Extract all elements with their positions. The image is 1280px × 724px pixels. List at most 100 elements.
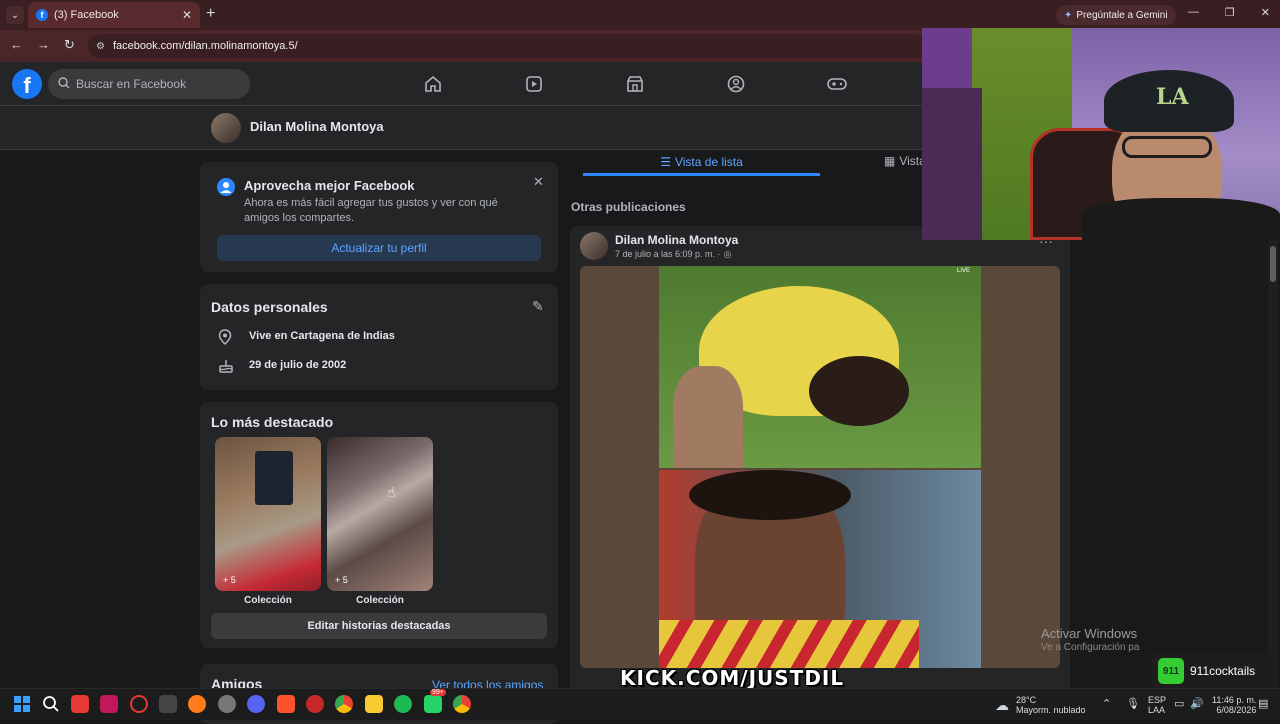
sponsor-badge: 911 911cocktails <box>1152 652 1270 690</box>
webcam-glasses <box>1122 136 1212 158</box>
minimize-button[interactable]: — <box>1188 6 1199 19</box>
activate-windows-subtitle: Ve a Configuración pa <box>1041 642 1140 653</box>
scrollbar-thumb[interactable] <box>1270 246 1276 282</box>
gemini-button[interactable]: ✦ Pregúntale a Gemini <box>1056 5 1176 25</box>
tab-title: (3) Facebook <box>54 9 119 21</box>
language-layout: LAA <box>1148 705 1166 715</box>
clock[interactable]: 11:46 p. m. 6/08/2026 <box>1212 695 1256 715</box>
volume-icon[interactable]: 🔊 <box>1190 697 1204 710</box>
sponsor-name: 911cocktails <box>1190 664 1256 678</box>
chrome-app-icon[interactable] <box>453 695 471 713</box>
video-icon[interactable] <box>522 72 546 96</box>
post-photo-top: LIVE <box>659 266 981 468</box>
streamer-webcam: LA <box>922 28 1280 240</box>
globe-icon: ◎ <box>723 249 732 259</box>
webcam-purple-art <box>922 88 982 240</box>
home-icon[interactable] <box>421 72 445 96</box>
search-icon[interactable] <box>42 695 60 713</box>
weather-widget[interactable]: 28°C Mayorm. nublado <box>1016 695 1086 715</box>
tab-list-view[interactable]: ☰ Vista de lista <box>583 150 820 176</box>
tab-search-button[interactable]: ⌄ <box>6 6 24 24</box>
windows-start-icon[interactable] <box>13 695 31 713</box>
post-author-avatar[interactable] <box>580 232 608 260</box>
promo-title: Aprovecha mejor Facebook <box>244 178 415 193</box>
live-badge: LIVE <box>957 268 971 274</box>
store-app-icon[interactable] <box>159 695 177 713</box>
weather-desc: Mayorm. nublado <box>1016 705 1086 715</box>
post-image[interactable]: LIVE <box>580 266 1060 668</box>
gaming-icon[interactable] <box>825 72 849 96</box>
game-app-icon[interactable] <box>306 695 324 713</box>
birthday-text: 29 de julio de 2002 <box>249 359 347 371</box>
phone-screen-image <box>255 451 293 505</box>
list-icon: ☰ <box>660 154 671 169</box>
kick-channel-overlay: KICK.COM/JUSTDIL <box>620 666 845 690</box>
tab-grid-view[interactable]: ▦ Vista <box>884 154 926 168</box>
site-info-icon[interactable]: ⚙ <box>96 41 105 52</box>
facebook-logo-icon[interactable]: f <box>12 69 42 99</box>
clock-time: 11:46 p. m. <box>1212 695 1257 705</box>
activate-windows-title: Activar Windows <box>1041 626 1138 641</box>
location-pin-icon <box>218 329 232 350</box>
maximize-button[interactable]: ❐ <box>1225 6 1235 19</box>
tab-close-icon[interactable]: ✕ <box>182 8 192 22</box>
file-explorer-icon[interactable] <box>365 695 383 713</box>
forward-arrow-icon[interactable]: → <box>37 37 50 52</box>
personal-info-title: Datos personales <box>211 299 328 315</box>
spotify-app-icon[interactable] <box>394 695 412 713</box>
edit-highlights-button[interactable]: Editar historias destacadas <box>211 613 547 639</box>
window-controls: — ❐ ✕ <box>1188 6 1270 19</box>
browser-tab-facebook[interactable]: f (3) Facebook ✕ <box>28 2 200 28</box>
post-card: Dilan Molina Montoya 7 de julio a las 6:… <box>570 226 1070 696</box>
page-scrollbar[interactable] <box>1268 240 1278 688</box>
spectator-shape <box>673 366 743 468</box>
gemini-label: Pregúntale a Gemini <box>1076 9 1168 21</box>
player-shirt-shape <box>659 620 919 668</box>
brave-app-icon[interactable] <box>277 695 295 713</box>
highlight-thumbnail[interactable]: + 5 <box>215 437 321 591</box>
microphone-icon[interactable]: 🎙 <box>1126 697 1140 710</box>
gemini-star-icon: ✦ <box>1064 9 1073 21</box>
location-text: Vive en Cartagena de Indias <box>249 330 395 342</box>
reload-icon[interactable]: ↻ <box>64 37 75 53</box>
marketplace-icon[interactable] <box>623 72 647 96</box>
search-input[interactable]: Buscar en Facebook <box>48 69 250 99</box>
opera-app-icon[interactable] <box>130 695 148 713</box>
recorder-app-icon[interactable] <box>71 695 89 713</box>
close-icon[interactable]: ✕ <box>533 174 544 190</box>
firefox-app-icon[interactable] <box>188 695 206 713</box>
webcam-cap: LA <box>1104 70 1234 132</box>
post-timestamp[interactable]: 7 de julio a las 6:09 p. m. · ◎ <box>615 249 731 260</box>
feed-view-tabs: ☰ Vista de lista ▦ Vista <box>570 150 926 178</box>
groups-icon[interactable] <box>724 72 748 96</box>
edit-pencil-icon[interactable]: ✎ <box>532 298 544 315</box>
close-window-button[interactable]: ✕ <box>1261 6 1270 19</box>
post-photo-bottom <box>659 470 981 668</box>
right-empty-area <box>1072 240 1280 680</box>
personal-info-card: Datos personales ✎ Vive en Cartagena de … <box>200 284 558 390</box>
obs-app-icon[interactable] <box>218 695 236 713</box>
notifications-icon[interactable]: ▤ <box>1258 697 1268 710</box>
search-placeholder: Buscar en Facebook <box>76 77 187 91</box>
player-head-shape <box>809 356 909 426</box>
back-arrow-icon[interactable]: ← <box>10 37 23 52</box>
network-icon[interactable]: ▭ <box>1174 697 1184 710</box>
new-tab-button[interactable]: + <box>206 5 215 23</box>
profile-avatar[interactable] <box>211 113 241 143</box>
post-author-name[interactable]: Dilan Molina Montoya <box>615 233 738 247</box>
highlights-card: Lo más destacado + 5 Colección + 5 Colec… <box>200 402 558 648</box>
address-bar[interactable]: ⚙ facebook.com/dilan.molinamontoya.5/ <box>88 34 928 58</box>
weather-cloud-icon[interactable]: ☁ <box>995 697 1009 714</box>
whatsapp-app-icon[interactable]: 99+ <box>424 689 446 713</box>
tray-expand-icon[interactable]: ⌃ <box>1102 697 1111 710</box>
windows-taskbar: 99+ ☁ 28°C Mayorm. nublado ⌃ 🎙 ESP LAA ▭… <box>0 688 1280 720</box>
profile-name[interactable]: Dilan Molina Montoya <box>250 119 384 134</box>
adobe-app-icon[interactable] <box>100 695 118 713</box>
promo-card: Aprovecha mejor Facebook Ahora es más fá… <box>200 162 558 272</box>
update-profile-button[interactable]: Actualizar tu perfil <box>217 235 541 261</box>
discord-app-icon[interactable] <box>247 695 265 713</box>
chrome-app-icon[interactable] <box>335 695 353 713</box>
highlight-thumbnail[interactable]: + 5 <box>327 437 433 591</box>
player-hair-shape <box>689 470 851 520</box>
language-indicator[interactable]: ESP LAA <box>1148 695 1166 715</box>
